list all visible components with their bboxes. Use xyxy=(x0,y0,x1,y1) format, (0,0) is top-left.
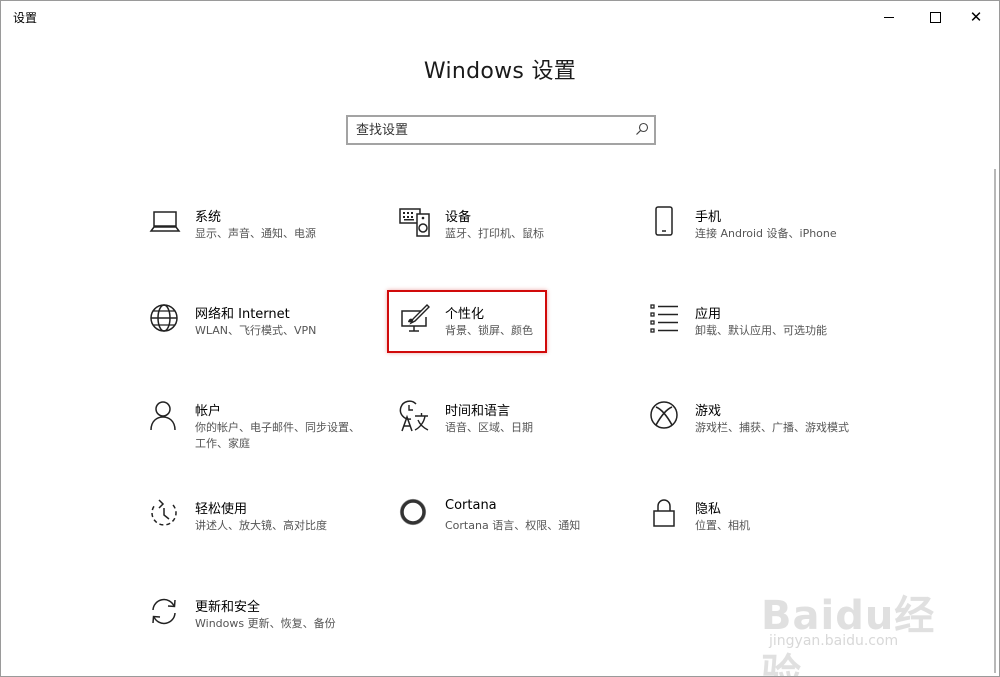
tile-description: 卸载、默认应用、可选功能 xyxy=(695,324,827,337)
tile-time-language[interactable]: 时间和语言 语音、区域、日期 xyxy=(399,400,619,460)
tile-phone[interactable]: 手机 连接 Android 设备、iPhone xyxy=(649,206,869,266)
watermark-logo: Baidu经验 xyxy=(761,593,936,677)
minimize-button[interactable] xyxy=(866,1,912,33)
title-bar: 设置 ✕ xyxy=(1,1,999,33)
lock-icon xyxy=(649,498,681,530)
highlight-box xyxy=(387,290,547,353)
tile-name: 更新和安全 xyxy=(195,600,261,615)
tile-description: 显示、声音、通知、电源 xyxy=(195,227,316,240)
vertical-scrollbar[interactable] xyxy=(994,169,996,673)
window-title: 设置 xyxy=(13,11,38,25)
maximize-button[interactable] xyxy=(912,1,958,33)
person-icon xyxy=(149,400,181,432)
search-box[interactable] xyxy=(346,115,656,145)
tile-name: 时间和语言 xyxy=(445,404,511,419)
tile-gaming[interactable]: 游戏 游戏栏、捕获、广播、游戏模式 xyxy=(649,400,869,460)
tile-cortana[interactable]: Cortana Cortana 语言、权限、通知 xyxy=(399,498,619,558)
tile-ease-of-access[interactable]: 轻松使用 讲述人、放大镜、高对比度 xyxy=(149,498,369,558)
search-input[interactable] xyxy=(356,120,626,140)
tile-description: 你的帐户、电子邮件、同步设置、工作、家庭 xyxy=(195,421,360,450)
tile-name: Cortana xyxy=(445,498,497,513)
xbox-icon xyxy=(649,400,681,432)
settings-window: 设置 ✕ Windows 设置 系统 显示、声音、通知、电源 设备 蓝牙、打印机… xyxy=(0,0,1000,677)
tile-description: 蓝牙、打印机、鼠标 xyxy=(445,227,544,240)
search-icon[interactable] xyxy=(634,121,650,137)
tile-description: Windows 更新、恢复、备份 xyxy=(195,617,336,630)
watermark-url: jingyan.baidu.com xyxy=(769,633,899,649)
phone-icon xyxy=(649,206,681,238)
tile-network[interactable]: 网络和 Internet WLAN、飞行模式、VPN xyxy=(149,303,369,363)
tile-description: WLAN、飞行模式、VPN xyxy=(195,324,317,337)
tile-apps[interactable]: 应用 卸载、默认应用、可选功能 xyxy=(649,303,869,363)
tile-name: 设备 xyxy=(445,210,472,225)
close-button[interactable]: ✕ xyxy=(953,1,999,33)
tile-description: 语音、区域、日期 xyxy=(445,421,533,434)
page-title: Windows 设置 xyxy=(423,59,577,84)
tile-update-security[interactable]: 更新和安全 Windows 更新、恢复、备份 xyxy=(149,596,369,656)
close-icon: ✕ xyxy=(969,7,983,26)
tile-system[interactable]: 系统 显示、声音、通知、电源 xyxy=(149,206,369,266)
watermark: Baidu经验 jingyan.baidu.com xyxy=(761,573,961,676)
time-language-icon xyxy=(399,400,431,432)
minimize-icon xyxy=(884,16,894,18)
tile-name: 应用 xyxy=(695,307,722,322)
ease-of-access-icon xyxy=(149,498,181,530)
laptop-icon xyxy=(149,206,181,238)
tile-description: 连接 Android 设备、iPhone xyxy=(695,227,837,240)
tile-description: 游戏栏、捕获、广播、游戏模式 xyxy=(695,421,849,434)
tile-name: 帐户 xyxy=(195,404,222,419)
maximize-icon xyxy=(929,11,941,23)
tile-name: 游戏 xyxy=(695,404,722,419)
cortana-icon xyxy=(399,498,431,530)
tile-name: 网络和 Internet xyxy=(195,307,290,322)
globe-icon xyxy=(149,303,181,335)
tile-description: 讲述人、放大镜、高对比度 xyxy=(195,519,327,532)
tile-description: 位置、相机 xyxy=(695,519,750,532)
tile-accounts[interactable]: 帐户 你的帐户、电子邮件、同步设置、工作、家庭 xyxy=(149,400,369,460)
sync-icon xyxy=(149,596,181,628)
tile-devices[interactable]: 设备 蓝牙、打印机、鼠标 xyxy=(399,206,619,266)
tile-name: 隐私 xyxy=(695,502,722,517)
tile-name: 手机 xyxy=(695,210,722,225)
tile-name: 系统 xyxy=(195,210,222,225)
tile-description: Cortana 语言、权限、通知 xyxy=(445,519,581,532)
apps-list-icon xyxy=(649,303,681,335)
tile-name: 轻松使用 xyxy=(195,502,248,517)
tile-privacy[interactable]: 隐私 位置、相机 xyxy=(649,498,869,558)
devices-icon xyxy=(399,206,431,238)
